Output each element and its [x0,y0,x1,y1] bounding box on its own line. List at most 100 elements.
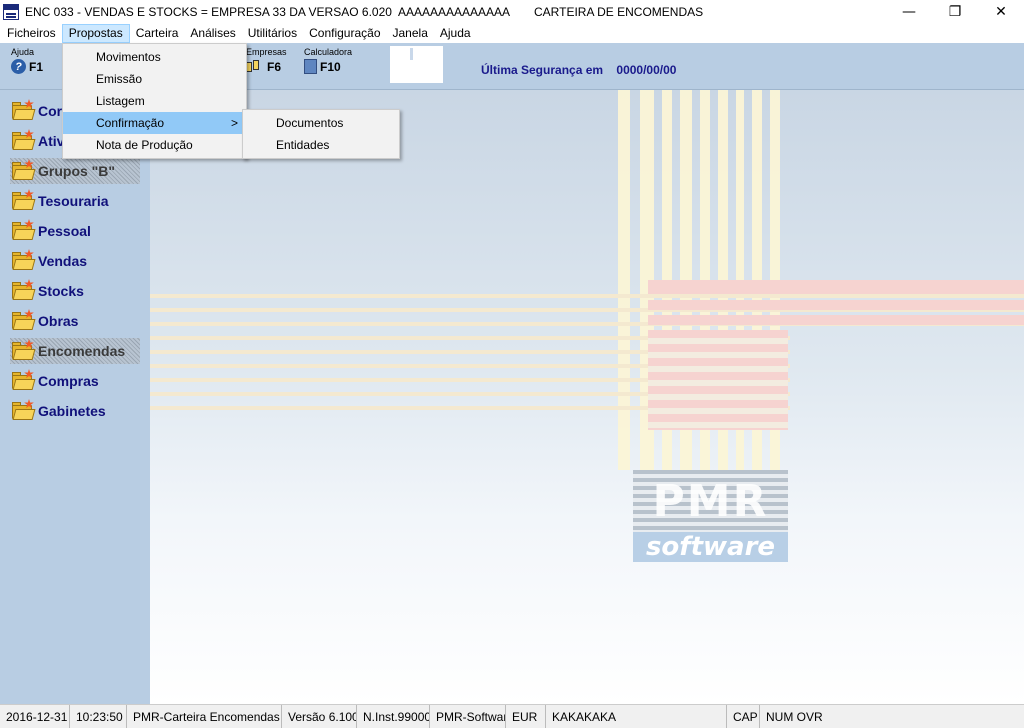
submenu-item-documentos[interactable]: Documentos [243,112,399,134]
sidebar-item-label: Gabinetes [38,403,106,419]
sidebar-item-label: Cor [38,103,63,119]
sidebar-item-label: Grupos "B" [38,163,116,179]
sidebar-item-compras[interactable]: Compras [10,368,99,394]
folder-icon [10,219,36,243]
menu-item-confirmacao[interactable]: Confirmação > [63,112,246,134]
folder-icon [10,99,36,123]
submenu-item-entidades[interactable]: Entidades [243,134,399,156]
menu-analises[interactable]: Análises [184,24,241,43]
menu-propostas[interactable]: Propostas [61,23,130,43]
close-button[interactable]: ✕ [978,0,1024,23]
software-logo-text: software [633,532,788,562]
sidebar-item-ativos[interactable]: Ativ [10,128,64,154]
folder-icon [10,279,36,303]
sidebar-item-tesouraria[interactable]: Tesouraria [10,188,109,214]
restore-icon: ❐ [948,3,962,20]
menu-item-listagem[interactable]: Listagem [63,90,246,112]
help-tool-label: Ajuda [11,47,35,57]
sidebar-item-obras[interactable]: Obras [10,308,78,334]
window-title: ENC 033 - VENDAS E STOCKS = EMPRESA 33 D… [25,4,510,19]
last-backup-label: Última Segurança em [481,63,604,77]
sidebar-item-pessoal[interactable]: Pessoal [10,218,91,244]
sidebar-item-label: Encomendas [38,343,126,359]
help-key: F1 [29,59,44,74]
menu-carteira[interactable]: Carteira [130,24,185,43]
status-company: PMR-Software [430,704,506,728]
sidebar-item-label: Obras [38,313,79,329]
status-bar: 2016-12-31 10:23:50 PMR-Carteira Encomen… [0,704,1024,728]
status-num-ovr: NUM OVR [766,709,822,724]
folder-icon [10,339,36,363]
title-bar: ENC 033 - VENDAS E STOCKS = EMPRESA 33 D… [0,0,1024,23]
status-cap: CAP [727,704,760,728]
status-user: KAKAKAKA [546,704,727,728]
calculator-key: F10 [320,59,341,74]
propostas-menu: Movimentos Emissão Listagem Confirmação … [62,43,247,159]
toolbar-blank-panel [390,46,443,83]
calculator-tool[interactable]: Calculadora F10 [304,47,352,74]
status-module: PMR-Carteira Encomendas [127,704,282,728]
restore-button[interactable]: ❐ [932,0,978,23]
status-version: Versão 6.100 [282,704,357,728]
logo-red-band [648,300,1024,310]
empresas-tool[interactable]: Empresas F6 [246,47,287,74]
empresas-key: F6 [267,59,282,74]
folder-icon [10,189,36,213]
menu-item-emissao[interactable]: Emissão [63,68,246,90]
folder-icon [10,309,36,333]
menu-janela[interactable]: Janela [387,24,434,43]
companies-icon [246,59,264,74]
calculator-tool-label: Calculadora [304,47,353,57]
folder-icon [10,369,36,393]
sidebar-item-stocks[interactable]: Stocks [10,278,84,304]
logo-stripe [618,90,630,470]
minimize-icon: — [902,3,916,20]
status-instance: N.Inst.99000 [357,704,430,728]
empresas-tool-label: Empresas [246,47,287,57]
sidebar-item-label: Stocks [38,283,84,299]
logo-red-band [648,330,788,430]
menu-item-movimentos[interactable]: Movimentos [63,46,246,68]
help-icon: ? [11,59,26,74]
status-currency: EUR [506,704,546,728]
sidebar-item-gabinetes[interactable]: Gabinetes [10,398,106,424]
confirmacao-submenu: Documentos Entidades [242,109,400,159]
sidebar-item-contabilidade[interactable]: Cor [10,98,62,124]
menu-ajuda[interactable]: Ajuda [434,24,477,43]
status-date: 2016-12-31 [0,704,70,728]
sidebar: Cor Ativ Grupos "B" Tesouraria Pessoal V… [0,90,150,704]
last-backup: Última Segurança em 0000/00/00 [481,63,676,77]
sidebar-item-label: Compras [38,373,99,389]
folder-icon [10,399,36,423]
logo-red-band [648,315,1024,325]
main-workspace: PMR software [150,90,1024,704]
minimize-button[interactable]: — [886,0,932,23]
folder-icon [10,249,36,273]
menu-item-confirmacao-label: Confirmação [96,116,165,130]
menu-bar: Ficheiros Propostas Carteira Análises Ut… [0,23,1024,43]
calculator-icon [304,59,317,74]
menu-item-nota-producao[interactable]: Nota de Produção [63,134,246,156]
logo-red-band [648,280,1024,294]
pmr-logo: PMR [633,470,788,532]
sidebar-item-grupos-b: Grupos "B" [10,158,140,184]
folder-icon [10,129,36,153]
folder-icon [10,159,36,183]
window-controls: — ❐ ✕ [886,0,1024,23]
close-icon: ✕ [995,3,1007,20]
window-subtitle: CARTEIRA DE ENCOMENDAS [534,4,704,19]
menu-configuracao[interactable]: Configuração [303,24,386,43]
sidebar-item-label: Tesouraria [38,193,109,209]
sidebar-item-label: Pessoal [38,223,91,239]
pmr-logo-text: PMR [652,476,769,527]
help-tool[interactable]: Ajuda ? F1 [11,47,43,74]
status-time: 10:23:50 [70,704,127,728]
sidebar-item-label: Ativ [38,133,65,149]
menu-utilitarios[interactable]: Utilitários [242,24,303,43]
sidebar-item-vendas[interactable]: Vendas [10,248,87,274]
sidebar-item-label: Vendas [38,253,88,269]
submenu-arrow-icon: > [230,116,238,130]
sidebar-item-encomendas: Encomendas [10,338,140,364]
menu-ficheiros[interactable]: Ficheiros [1,24,62,43]
app-icon[interactable] [3,3,19,20]
